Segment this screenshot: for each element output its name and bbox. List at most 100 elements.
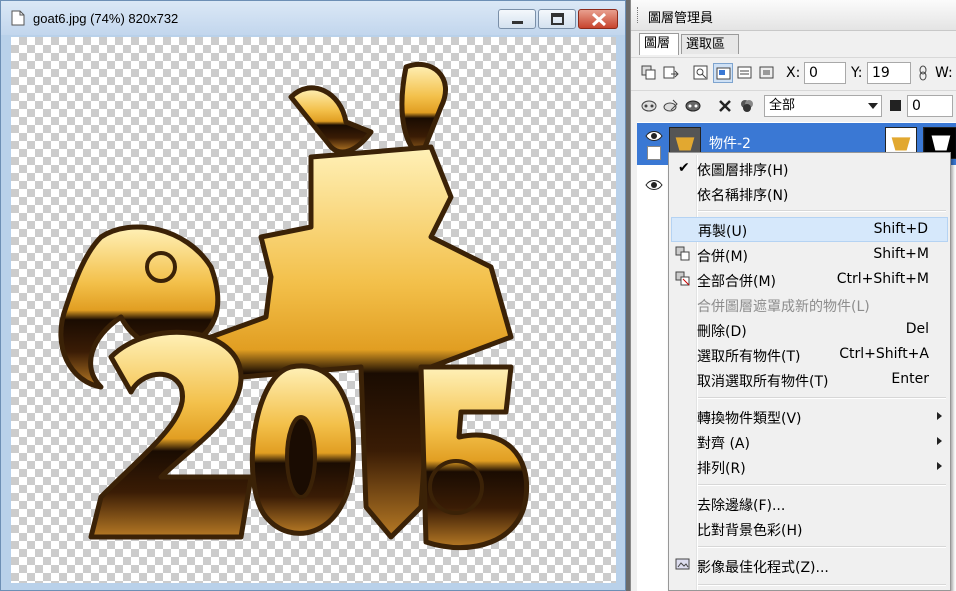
menu-item-merge-all[interactable]: 全部合併(M) Ctrl+Shift+M: [671, 267, 948, 292]
layer-filter-value: 全部: [769, 98, 796, 113]
image-optimizer-icon: [675, 558, 690, 570]
menu-item-duplicate[interactable]: 再製(U) Shift+D: [671, 217, 948, 242]
image-window: goat6.jpg (74%) 820x732: [0, 0, 626, 591]
layer-properties-icon: [759, 66, 774, 79]
y-position-field[interactable]: 19: [867, 62, 911, 84]
mask-icon: [641, 100, 657, 112]
link-size-button[interactable]: [913, 63, 933, 83]
tab-selection[interactable]: 選取區: [681, 34, 739, 54]
menu-item-image-optimizer[interactable]: 影像最佳化程式(Z)...: [671, 553, 948, 578]
menu-item-sort-by-name[interactable]: 依名稱排序(N): [671, 181, 948, 206]
delete-layer-button[interactable]: [715, 96, 735, 116]
layer-toolbar-top: X: 0 Y: 19 W:: [631, 57, 956, 88]
copy-layer-button[interactable]: [639, 63, 659, 83]
menu-item-label: 合併(M): [697, 249, 749, 265]
copy-layer-icon: [641, 65, 656, 80]
menu-item-label: 對齊 (A): [697, 436, 750, 452]
layer-context-menu: ✔ 依圖層排序(H) 依名稱排序(N) 再製(U) Shift+D 合併(M) …: [668, 152, 951, 591]
menu-item-shortcut: Del: [905, 321, 929, 337]
mask-button[interactable]: [639, 96, 659, 116]
menu-item-merge-mask: 合併圖層遮罩成新的物件(L): [671, 292, 948, 317]
layer-filter-select[interactable]: 全部: [764, 95, 882, 117]
opacity-icon: [890, 100, 901, 111]
opacity-field[interactable]: 0: [907, 95, 953, 117]
list-view-icon: [737, 66, 752, 79]
layer-lock-checkbox[interactable]: [647, 146, 661, 160]
paste-layer-button[interactable]: [661, 63, 681, 83]
chevron-down-icon: [868, 103, 878, 109]
submenu-arrow-icon: [937, 412, 942, 420]
menu-item-label: 排列(R): [697, 461, 746, 477]
thumbnail-view-icon: [716, 67, 731, 80]
menu-item-label: 刪除(D): [697, 324, 747, 340]
menu-item-align[interactable]: 對齊 (A): [671, 429, 948, 454]
menu-item-shortcut: Enter: [891, 371, 929, 387]
eye-icon[interactable]: [645, 129, 663, 143]
menu-item-arrange[interactable]: 排列(R): [671, 454, 948, 479]
goat-2015-artwork: [58, 61, 530, 551]
minimize-icon: [512, 21, 523, 24]
menu-item-deselect-all-objects[interactable]: 取消選取所有物件(T) Enter: [671, 367, 948, 392]
drag-grip-icon[interactable]: [637, 7, 641, 23]
layer-toolbar-bottom: 全部 0: [631, 90, 956, 121]
close-button[interactable]: [578, 9, 618, 29]
mask-invert-button[interactable]: [683, 96, 703, 116]
submenu-arrow-icon: [937, 437, 942, 445]
blend-mode-button[interactable]: [737, 96, 757, 116]
menu-separator: [698, 397, 946, 399]
mask-edit-button[interactable]: [661, 96, 681, 116]
menu-item-label: 依名稱排序(N): [697, 188, 789, 204]
layer-properties-button[interactable]: [757, 63, 777, 83]
menu-separator: [698, 546, 946, 548]
chain-link-icon: [919, 65, 927, 81]
list-view-button[interactable]: [735, 63, 755, 83]
layer-preview-button[interactable]: [691, 63, 711, 83]
thumbnail-view-button[interactable]: [713, 63, 733, 83]
menu-item-label: 比對背景色彩(H): [697, 523, 803, 539]
layer-name[interactable]: 物件-2: [709, 133, 751, 153]
menu-item-shortcut: Shift+M: [873, 246, 929, 262]
menu-item-delete[interactable]: 刪除(D) Del: [671, 317, 948, 342]
image-canvas[interactable]: [11, 37, 616, 583]
menu-item-merge[interactable]: 合併(M) Shift+M: [671, 242, 948, 267]
minimize-button[interactable]: [498, 9, 536, 29]
menu-separator: [698, 484, 946, 486]
opacity-button[interactable]: [886, 96, 906, 116]
document-icon: [11, 10, 25, 26]
menu-item-match-background-color[interactable]: 比對背景色彩(H): [671, 516, 948, 541]
menu-item-convert-object-type[interactable]: 轉換物件類型(V): [671, 404, 948, 429]
maximize-button[interactable]: [538, 9, 576, 29]
mask-edit-icon: [663, 99, 678, 112]
panel-title: 圖層管理員: [648, 11, 714, 26]
menu-item-label: 取消選取所有物件(T): [697, 374, 829, 390]
paste-layer-icon: [663, 66, 679, 79]
menu-item-shortcut: Ctrl+Shift+M: [836, 271, 929, 287]
menu-item-label: 選取所有物件(T): [697, 349, 801, 365]
color-blend-icon: [741, 100, 753, 112]
menu-separator: [698, 210, 946, 212]
panel-titlebar[interactable]: 圖層管理員: [631, 0, 956, 31]
menu-item-sort-by-layer[interactable]: ✔ 依圖層排序(H): [671, 156, 948, 181]
merge-all-icon: [675, 271, 690, 286]
menu-item-defringe[interactable]: 去除邊緣(F)...: [671, 491, 948, 516]
x-label: X:: [786, 65, 801, 81]
image-window-titlebar[interactable]: goat6.jpg (74%) 820x732: [1, 1, 625, 35]
menu-item-label: 全部合併(M): [697, 274, 777, 290]
menu-item-shortcut: Ctrl+Shift+A: [839, 346, 929, 362]
x-position-field[interactable]: 0: [804, 62, 846, 84]
menu-item-label: 去除邊緣(F)...: [697, 498, 786, 514]
menu-item-label: 影像最佳化程式(Z)...: [697, 560, 829, 576]
tab-layers[interactable]: 圖層: [639, 33, 679, 55]
submenu-arrow-icon: [937, 462, 942, 470]
menu-item-shortcut: Shift+D: [873, 221, 928, 237]
y-label: Y:: [851, 65, 863, 81]
merge-icon: [675, 246, 690, 261]
menu-item-label: 轉換物件類型(V): [697, 411, 802, 427]
image-window-title: goat6.jpg (74%) 820x732: [33, 11, 179, 26]
delete-x-icon: [719, 100, 731, 112]
magnifier-icon: [693, 65, 708, 80]
eye-icon[interactable]: [645, 178, 663, 192]
checkmark-icon: ✔: [678, 160, 690, 176]
menu-item-select-all-objects[interactable]: 選取所有物件(T) Ctrl+Shift+A: [671, 342, 948, 367]
mask-invert-icon: [685, 100, 701, 112]
